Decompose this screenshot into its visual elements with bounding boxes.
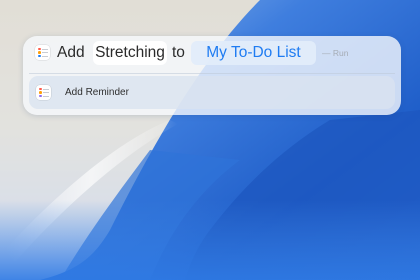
- reminders-app-icon: [35, 45, 50, 60]
- query-row[interactable]: Add Stretching to My To-Do List — Run: [23, 36, 401, 70]
- item-parameter-token[interactable]: Stretching: [93, 41, 167, 65]
- run-hint: — Run: [322, 48, 349, 58]
- query-verb: Add: [57, 44, 85, 61]
- divider: [29, 73, 395, 74]
- query-connector: to: [172, 44, 185, 61]
- shortcut-suggestion-panel: Add Stretching to My To-Do List — Run Ad…: [23, 36, 401, 115]
- list-parameter-token[interactable]: My To-Do List: [191, 41, 316, 65]
- result-label: Add Reminder: [65, 87, 129, 98]
- reminders-app-icon: [36, 85, 51, 100]
- result-add-reminder[interactable]: Add Reminder: [29, 76, 395, 109]
